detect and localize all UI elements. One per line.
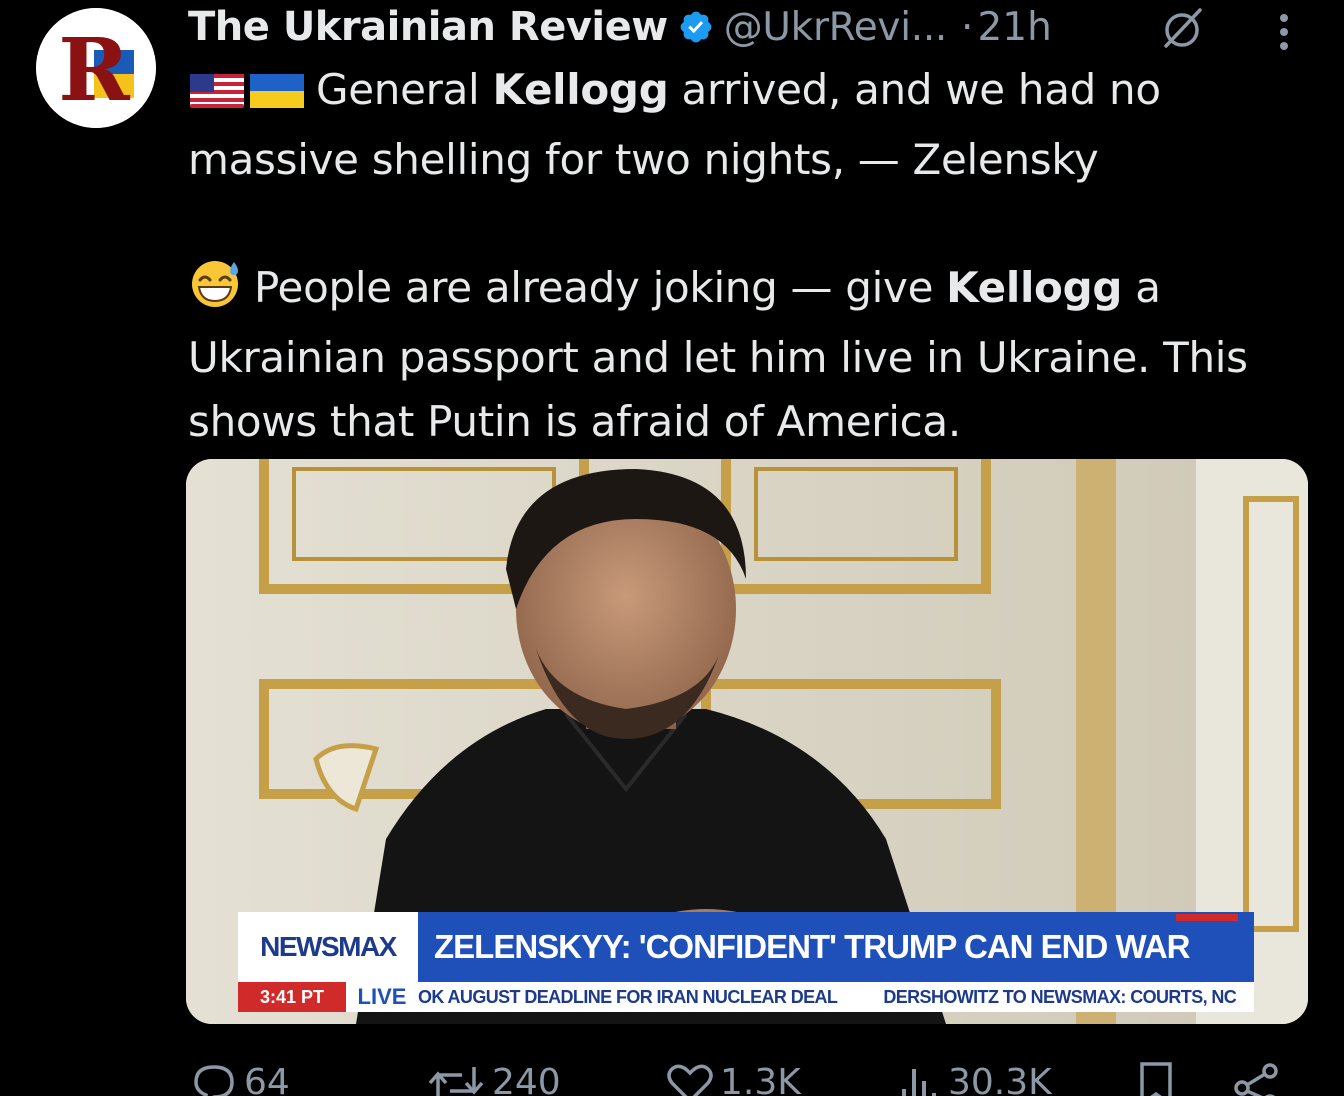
- grok-icon[interactable]: [1158, 6, 1206, 50]
- chyron-headline: ZELENSKYY: 'CONFIDENT' TRUMP CAN END WAR: [418, 912, 1254, 982]
- tweet-paragraph-2: People are already joking — give Kellogg…: [188, 256, 1318, 454]
- reply-count: 64: [244, 1062, 290, 1096]
- display-name[interactable]: The Ukrainian Review: [188, 4, 668, 50]
- repost-button[interactable]: 240: [426, 1062, 561, 1096]
- newsmax-logo: NEWSMAX: [238, 912, 418, 982]
- grinning-sweat-icon: [192, 261, 238, 307]
- chyron-live: LIVE: [346, 982, 418, 1012]
- ticker-item-2: DERSHOWITZ TO NEWSMAX: COURTS, NC: [883, 986, 1237, 1007]
- chyron-time: 3:41 PT: [238, 982, 346, 1012]
- like-icon: [667, 1064, 713, 1096]
- more-options-icon[interactable]: [1266, 8, 1302, 52]
- ticker-item-1: OK AUGUST DEADLINE FOR IRAN NUCLEAR DEAL: [418, 986, 838, 1007]
- avatar[interactable]: R: [36, 8, 156, 128]
- tweet-header: The Ukrainian Review @UkrRevi... · 21h: [188, 2, 1052, 52]
- like-count: 1.3K: [720, 1062, 801, 1096]
- bookmark-button[interactable]: [1136, 1062, 1182, 1096]
- tweet-line1-bold: Kellogg: [492, 65, 669, 114]
- share-button[interactable]: [1232, 1062, 1288, 1096]
- tweet-paragraph-1: General Kellogg arrived, and we had no m…: [188, 58, 1318, 192]
- chyron-accent: [1176, 914, 1238, 921]
- verified-badge-icon: [680, 11, 712, 43]
- grinning-sweat-emoji: [188, 258, 244, 326]
- tweet-text: General Kellogg arrived, and we had no m…: [188, 58, 1318, 454]
- tweet-line2-bold: Kellogg: [946, 263, 1123, 312]
- timestamp[interactable]: 21h: [977, 5, 1051, 50]
- flag-emojis: [188, 64, 306, 128]
- share-icon: [1234, 1063, 1278, 1096]
- reply-icon: [194, 1064, 234, 1096]
- views-button[interactable]: 30.3K: [898, 1062, 1052, 1096]
- like-button[interactable]: 1.3K: [666, 1062, 801, 1096]
- us-ukraine-flags-icon: [190, 74, 304, 108]
- reply-button[interactable]: 64: [192, 1062, 290, 1096]
- views-icon: [902, 1068, 936, 1096]
- views-count: 30.3K: [948, 1062, 1052, 1096]
- repost-icon: [428, 1066, 484, 1096]
- avatar-letter: R: [58, 20, 130, 121]
- action-bar: 64 240 1.3K 30.3K: [0, 1056, 1344, 1096]
- tweet-line1-pre: General: [316, 65, 493, 114]
- repost-count: 240: [492, 1062, 561, 1096]
- tweet-line2-pre: People are already joking — give: [254, 263, 947, 312]
- handle[interactable]: @UkrRevi...: [724, 5, 948, 50]
- chyron-ticker: OK AUGUST DEADLINE FOR IRAN NUCLEAR DEAL…: [418, 982, 1254, 1012]
- ukrainian-review-logo: R: [36, 8, 156, 128]
- tweet-media[interactable]: NEWSMAX ZELENSKYY: 'CONFIDENT' TRUMP CAN…: [186, 459, 1308, 1024]
- separator-dot: ·: [961, 4, 974, 50]
- bookmark-icon: [1140, 1062, 1172, 1096]
